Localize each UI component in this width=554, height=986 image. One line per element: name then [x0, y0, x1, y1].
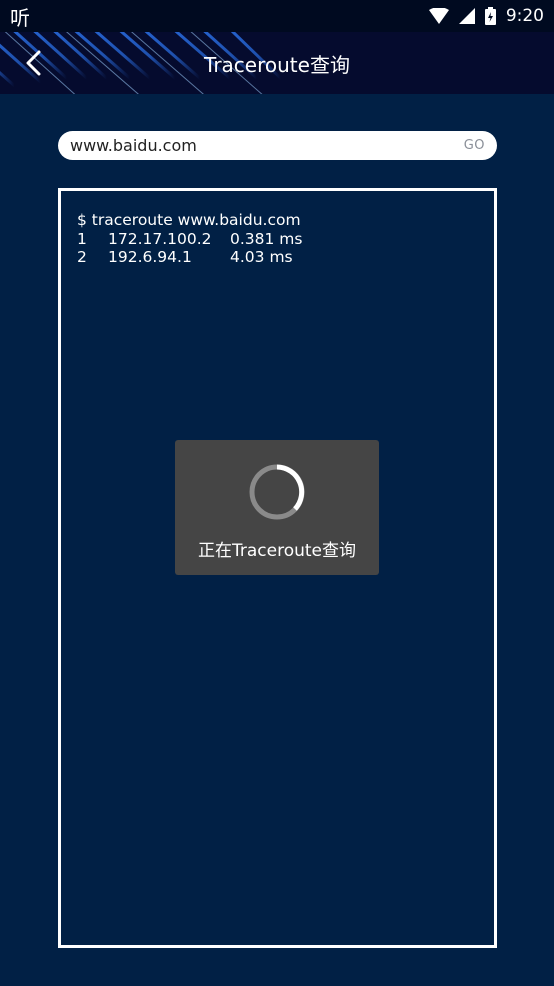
go-button[interactable]: GO: [456, 138, 485, 153]
hop-row: 2 192.6.94.1 4.03 ms: [77, 248, 478, 267]
signal-icon: [458, 8, 475, 24]
wifi-icon: [428, 8, 449, 24]
app-indicator: 听: [10, 5, 30, 30]
hop-ip: 172.17.100.2: [108, 229, 212, 248]
loading-spinner-icon: [249, 464, 305, 520]
status-bar: 听 9:20: [0, 0, 554, 32]
search-bar: GO: [58, 131, 497, 160]
loading-dialog: 正在Traceroute查询: [175, 440, 379, 575]
loading-text: 正在Traceroute查询: [197, 541, 356, 561]
hop-row: 1 172.17.100.2 0.381 ms: [77, 230, 478, 249]
hop-time: 0.381 ms: [230, 229, 303, 248]
host-input[interactable]: [70, 132, 456, 159]
app-header: Traceroute查询: [0, 32, 554, 94]
hop-time: 4.03 ms: [230, 248, 293, 266]
command-line: $ traceroute www.baidu.com: [77, 211, 301, 229]
hop-index: 2: [77, 248, 87, 266]
app-screen: 听 9:20 Traceroute查询 www.baidu.com GO $ t…: [0, 0, 554, 986]
hop-index: 1: [77, 229, 87, 248]
status-icons: 9:20: [428, 6, 544, 26]
hop-ip: 192.6.94.1: [108, 248, 192, 266]
page-title: Traceroute查询: [204, 52, 350, 77]
battery-icon: [484, 7, 496, 25]
status-time: 9:20: [505, 6, 544, 26]
